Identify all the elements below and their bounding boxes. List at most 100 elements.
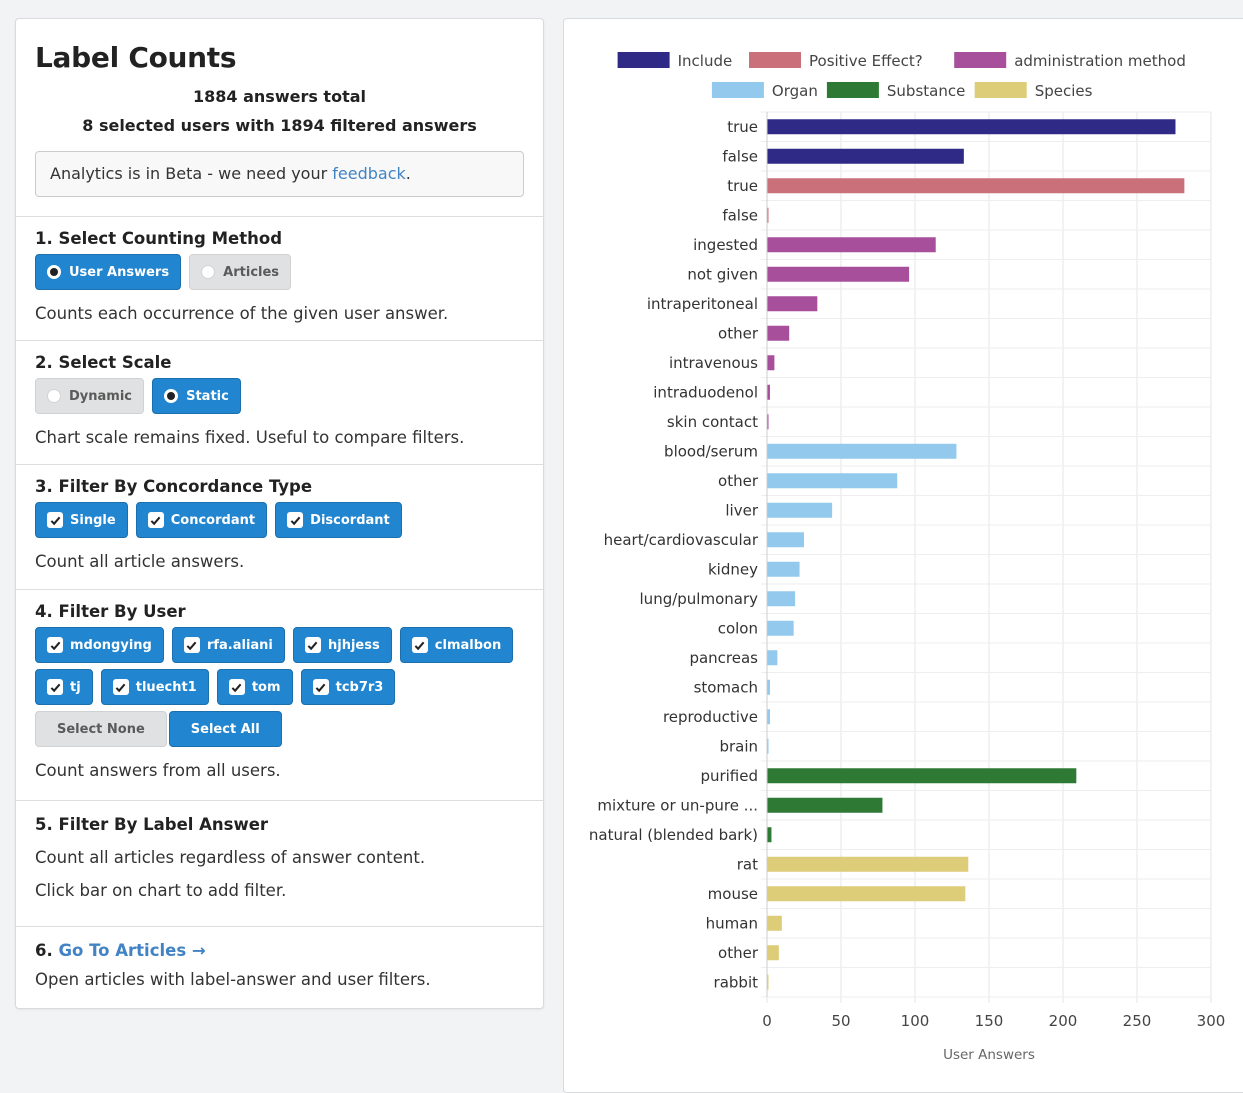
chart-bar[interactable] (767, 768, 1077, 784)
radio-selected-icon (164, 389, 179, 403)
select-all-button[interactable]: Select All (168, 711, 282, 747)
user-checkbox-tcb7r3[interactable]: tcb7r3 (300, 669, 396, 705)
category-label: false (722, 147, 758, 165)
chart-bar[interactable] (767, 856, 969, 872)
chart-bar[interactable] (767, 650, 778, 666)
chart-bar[interactable] (767, 355, 775, 371)
arrow-right-icon[interactable]: → (192, 941, 206, 960)
category-label: other (718, 472, 759, 490)
checkbox-checked-icon (228, 679, 245, 695)
chart-bar[interactable] (767, 886, 966, 902)
chart-bar[interactable] (767, 591, 796, 607)
label-answer-title: 5. Filter By Label Answer (35, 815, 269, 834)
category-label: ingested (693, 236, 758, 254)
chart-bar[interactable] (767, 178, 1185, 194)
articles-radio-button[interactable]: Articles (189, 254, 292, 290)
user-checkbox-tluecht1[interactable]: tluecht1 (100, 669, 209, 705)
legend-swatch[interactable] (749, 52, 801, 68)
chart-bar[interactable] (767, 325, 790, 341)
chart-bar[interactable] (767, 945, 779, 961)
x-tick-label: 300 (1197, 1012, 1226, 1030)
goto-prefix: 6. (35, 941, 59, 960)
go-to-articles-link[interactable]: Go To Articles (59, 941, 187, 960)
feedback-link[interactable]: feedback (332, 164, 406, 183)
category-label: pancreas (689, 649, 758, 667)
discordant-checkbox-button[interactable]: Discordant (275, 502, 402, 538)
checkbox-checked-icon (312, 679, 329, 695)
chart-bar[interactable] (767, 266, 910, 282)
legend-swatch[interactable] (711, 82, 764, 98)
dynamic-radio-button[interactable]: Dynamic (35, 378, 145, 414)
x-tick-label: 50 (831, 1012, 850, 1030)
concordant-label: Concordant (170, 512, 256, 528)
select-none-button[interactable]: Select None (35, 711, 167, 747)
panel-header: Label Counts 1884 answers total 8 select… (16, 19, 543, 135)
legend-swatch[interactable] (617, 52, 670, 68)
legend-label[interactable]: Positive Effect? (809, 52, 923, 70)
category-label: kidney (708, 560, 758, 578)
category-label: purified (700, 767, 758, 785)
chart-bar[interactable] (767, 237, 936, 253)
chart-bar[interactable] (767, 119, 1176, 135)
checkbox-checked-icon (47, 679, 63, 695)
category-label: false (722, 206, 758, 224)
x-tick-label: 200 (1049, 1012, 1078, 1030)
chart-bar[interactable] (767, 148, 964, 164)
legend-label[interactable]: administration method (1014, 52, 1186, 70)
static-radio-button[interactable]: Static (152, 378, 241, 414)
chart-bar[interactable] (767, 797, 883, 813)
legend-swatch[interactable] (954, 52, 1007, 68)
scale-section: 2. Select Scale Dynamic Static Chart sca… (16, 340, 543, 465)
checkbox-checked-icon (47, 512, 63, 528)
chart-bar[interactable] (767, 473, 898, 489)
concordant-checkbox-button[interactable]: Concordant (135, 502, 268, 538)
radio-unselected-icon (201, 265, 216, 279)
label-counts-panel: Label Counts 1884 answers total 8 select… (15, 18, 544, 1009)
user-label: rfa.aliani (206, 637, 273, 653)
legend-label[interactable]: Substance (887, 82, 965, 100)
category-label: mixture or un-pure ... (597, 796, 758, 814)
chart-bar[interactable] (767, 620, 794, 636)
category-label: mouse (708, 885, 758, 903)
beta-text: Analytics is in Beta - we need your (50, 164, 333, 183)
legend-swatch[interactable] (826, 82, 879, 98)
chart-bar[interactable] (767, 443, 957, 459)
user-filter-description: Count answers from all users. (35, 761, 281, 780)
user-checkbox-tom[interactable]: tom (216, 669, 293, 705)
user-checkbox-rfa-aliani[interactable]: rfa.aliani (171, 627, 285, 663)
category-label: natural (blended bark) (589, 826, 758, 844)
user-label: tj (70, 679, 81, 695)
single-label: Single (70, 512, 116, 528)
selected-users-summary: 8 selected users with 1894 filtered answ… (82, 116, 477, 135)
user-label: mdongying (70, 637, 152, 653)
user-checkbox-clmalbon[interactable]: clmalbon (399, 627, 514, 663)
single-checkbox-button[interactable]: Single (35, 502, 128, 538)
x-tick-label: 0 (762, 1012, 772, 1030)
category-label: stomach (694, 678, 758, 696)
chart-bar[interactable] (767, 915, 782, 931)
legend-label[interactable]: Organ (772, 82, 818, 100)
chart-bar[interactable] (767, 532, 804, 548)
category-label: true (727, 177, 758, 195)
dynamic-label: Dynamic (69, 388, 133, 404)
user-label: tom (251, 679, 281, 695)
legend-label[interactable]: Include (678, 52, 733, 70)
user-label: hjhjess (327, 637, 380, 653)
chart-bar[interactable] (767, 827, 772, 843)
chart-bar[interactable] (767, 561, 800, 577)
user-answers-radio-button[interactable]: User Answers (35, 254, 182, 290)
legend-label[interactable]: Species (1035, 82, 1093, 100)
user-filter-section: 4. Filter By User mdongying rfa.aliani h… (16, 589, 543, 801)
user-checkbox-mdongying[interactable]: mdongying (35, 627, 164, 663)
legend-swatch[interactable] (974, 82, 1027, 98)
chart-bar[interactable] (767, 296, 818, 312)
category-label: reproductive (663, 708, 758, 726)
user-checkbox-tj[interactable]: tj (35, 669, 93, 705)
user-checkbox-hjhjess[interactable]: hjhjess (292, 627, 392, 663)
category-label: human (706, 914, 758, 932)
discordant-label: Discordant (310, 512, 390, 528)
checkbox-checked-icon (112, 679, 129, 695)
user-label: clmalbon (434, 637, 502, 653)
category-label: other (718, 944, 759, 962)
chart-bar[interactable] (767, 502, 833, 518)
